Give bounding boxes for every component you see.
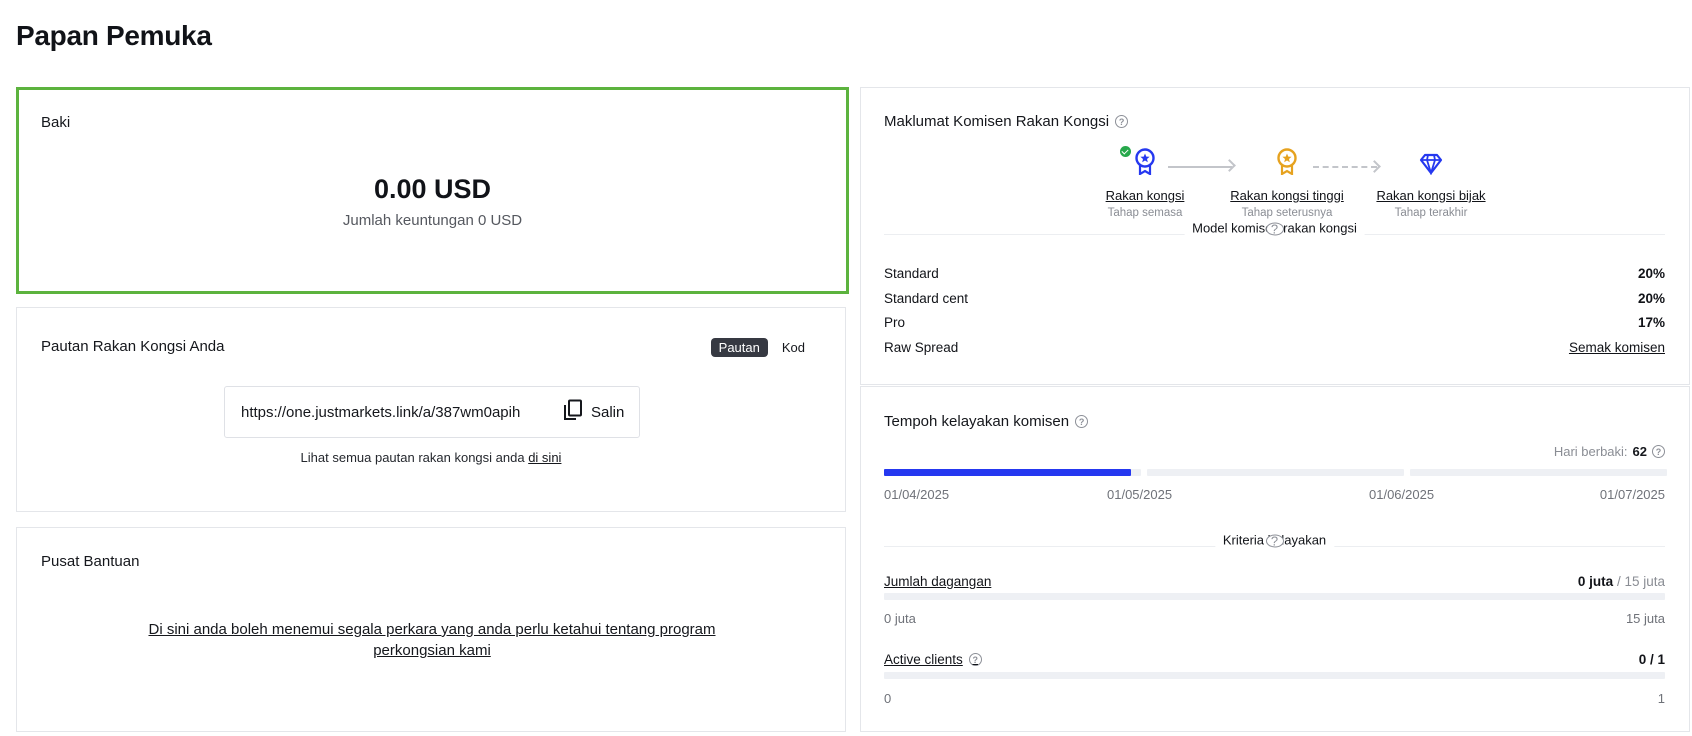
- criterion-max: 15 juta: [1625, 611, 1665, 626]
- commission-info-title-text: Maklumat Komisen Rakan Kongsi: [884, 113, 1110, 130]
- partner-link-field[interactable]: https://one.justmarkets.link/a/387wm0api…: [224, 386, 640, 438]
- medal-star-icon: [1134, 147, 1156, 180]
- tier-smart-partner: Rakan kongsi bijak Tahap terakhir: [1351, 148, 1511, 219]
- criterion-scale: 0 juta 15 juta: [884, 611, 1665, 626]
- period-date: 01/07/2025: [1599, 487, 1665, 502]
- criterion-max: 1: [1657, 691, 1665, 706]
- days-left-label: Hari berbaki:: [1553, 444, 1628, 459]
- criterion-current: 0 juta: [1577, 574, 1614, 589]
- check-commission-link[interactable]: Semak komisen: [1569, 340, 1665, 355]
- qualification-card: Tempoh kelayakan komisen ? Hari berbaki:…: [860, 386, 1690, 732]
- criterion-trading-volume: Jumlah dagangan 0 juta / 15 juta: [884, 574, 1665, 589]
- rate-row-standard-cent: Standard cent 20%: [884, 291, 1665, 306]
- criterion-current: 0 / 1: [1638, 652, 1665, 667]
- copy-icon: [563, 399, 583, 426]
- rate-label: Standard: [884, 266, 939, 281]
- balance-amount: 0.00 USD: [373, 174, 492, 204]
- rate-label: Pro: [884, 315, 906, 330]
- tier-name[interactable]: Rakan kongsi tinggi: [1207, 188, 1367, 203]
- tier-name[interactable]: Rakan kongsi: [1065, 188, 1225, 203]
- all-links-here-link[interactable]: di sini: [528, 450, 561, 465]
- rate-value: 20%: [1637, 266, 1665, 281]
- commission-info-card: Maklumat Komisen Rakan Kongsi ? Rakan ko…: [860, 87, 1690, 385]
- criterion-progress-bar: [884, 593, 1665, 600]
- rate-row-raw-spread: Raw Spread Semak komisen: [884, 340, 1665, 355]
- toggle-link-option[interactable]: Pautan: [710, 338, 768, 357]
- balance-card: Baki 0.00 USD Jumlah keuntungan 0 USD: [16, 87, 849, 294]
- days-left-value: 62: [1632, 444, 1647, 459]
- period-segment: [1147, 469, 1404, 476]
- partner-link-card: Pautan Rakan Kongsi Anda Pautan Kod http…: [16, 307, 846, 512]
- criterion-name-text: Jumlah dagangan: [884, 574, 992, 589]
- commission-info-title: Maklumat Komisen Rakan Kongsi ?: [884, 113, 1129, 130]
- help-icon[interactable]: ?: [1115, 115, 1129, 128]
- help-icon[interactable]: ?: [1652, 445, 1665, 458]
- criterion-scale: 0 1: [884, 691, 1665, 706]
- rate-value: 17%: [1637, 315, 1665, 330]
- copy-label: Salin: [591, 403, 625, 421]
- balance-title: Baki: [41, 114, 71, 131]
- period-date: 01/06/2025: [1369, 487, 1435, 502]
- criterion-name-text: Active clients: [884, 652, 963, 667]
- copy-button[interactable]: Salin: [563, 399, 624, 426]
- link-code-toggle: Pautan Kod: [710, 338, 813, 357]
- total-profit-text: Jumlah keuntungan 0 USD: [342, 212, 523, 229]
- rate-row-pro: Pro 17%: [884, 315, 1665, 330]
- tier-name[interactable]: Rakan kongsi bijak: [1351, 188, 1511, 203]
- rate-value: 20%: [1637, 291, 1665, 306]
- period-date: 01/05/2025: [1107, 487, 1173, 502]
- tier-stage: Tahap semasa: [1107, 207, 1183, 219]
- medal-star-icon: [1276, 147, 1298, 180]
- help-icon[interactable]: ?: [968, 653, 982, 666]
- criteria-divider: Kriteria kelayakan ?: [884, 532, 1665, 548]
- all-links-note: Lihat semua pautan rakan kongsi anda di …: [17, 450, 845, 465]
- toggle-code-option[interactable]: Kod: [774, 338, 813, 357]
- tier-stage: Tahap terakhir: [1394, 207, 1468, 219]
- help-center-card: Pusat Bantuan Di sini anda boleh menemui…: [16, 527, 846, 732]
- check-icon: [1120, 146, 1131, 157]
- rate-row-standard: Standard 20%: [884, 266, 1665, 281]
- tier-high-partner: Rakan kongsi tinggi Tahap seterusnya: [1207, 148, 1367, 219]
- criterion-min: 0: [884, 691, 892, 706]
- period-date: 01/04/2025: [884, 487, 950, 502]
- help-icon[interactable]: ?: [1075, 415, 1089, 428]
- page-title: Papan Pemuka: [16, 20, 212, 51]
- help-icon[interactable]: ?: [1265, 221, 1284, 236]
- tier-partner: Rakan kongsi Tahap semasa: [1065, 146, 1225, 219]
- partner-link-title: Pautan Rakan Kongsi Anda: [41, 338, 225, 355]
- help-center-link[interactable]: Di sini anda boleh menemui segala perkar…: [127, 619, 737, 661]
- tier-stage: Tahap seterusnya: [1241, 207, 1333, 219]
- help-icon[interactable]: ?: [1265, 533, 1284, 548]
- days-left: Hari berbaki: 62 ?: [1554, 444, 1665, 459]
- help-center-title: Pusat Bantuan: [41, 553, 140, 570]
- criterion-progress-bar: [884, 672, 1665, 679]
- all-links-note-text: Lihat semua pautan rakan kongsi anda: [300, 450, 525, 465]
- period-progress-fill: [884, 469, 1131, 476]
- criterion-name[interactable]: Jumlah dagangan: [884, 574, 991, 589]
- rate-label: Raw Spread: [884, 340, 959, 355]
- qualification-title-text: Tempoh kelayakan komisen: [884, 413, 1070, 430]
- criterion-name[interactable]: Active clients ?: [884, 652, 982, 667]
- commission-model-divider: Model komisen rakan kongsi ?: [884, 220, 1665, 236]
- criterion-min: 0 juta: [884, 611, 916, 626]
- criterion-active-clients: Active clients ? 0 / 1: [884, 652, 1665, 667]
- qualification-title: Tempoh kelayakan komisen ?: [884, 413, 1089, 430]
- rate-label: Standard cent: [884, 291, 969, 306]
- criterion-target: / 15 juta: [1616, 574, 1665, 589]
- period-segment: [1410, 469, 1667, 476]
- partner-link-url[interactable]: https://one.justmarkets.link/a/387wm0api…: [241, 404, 559, 421]
- diamond-icon: [1419, 153, 1443, 180]
